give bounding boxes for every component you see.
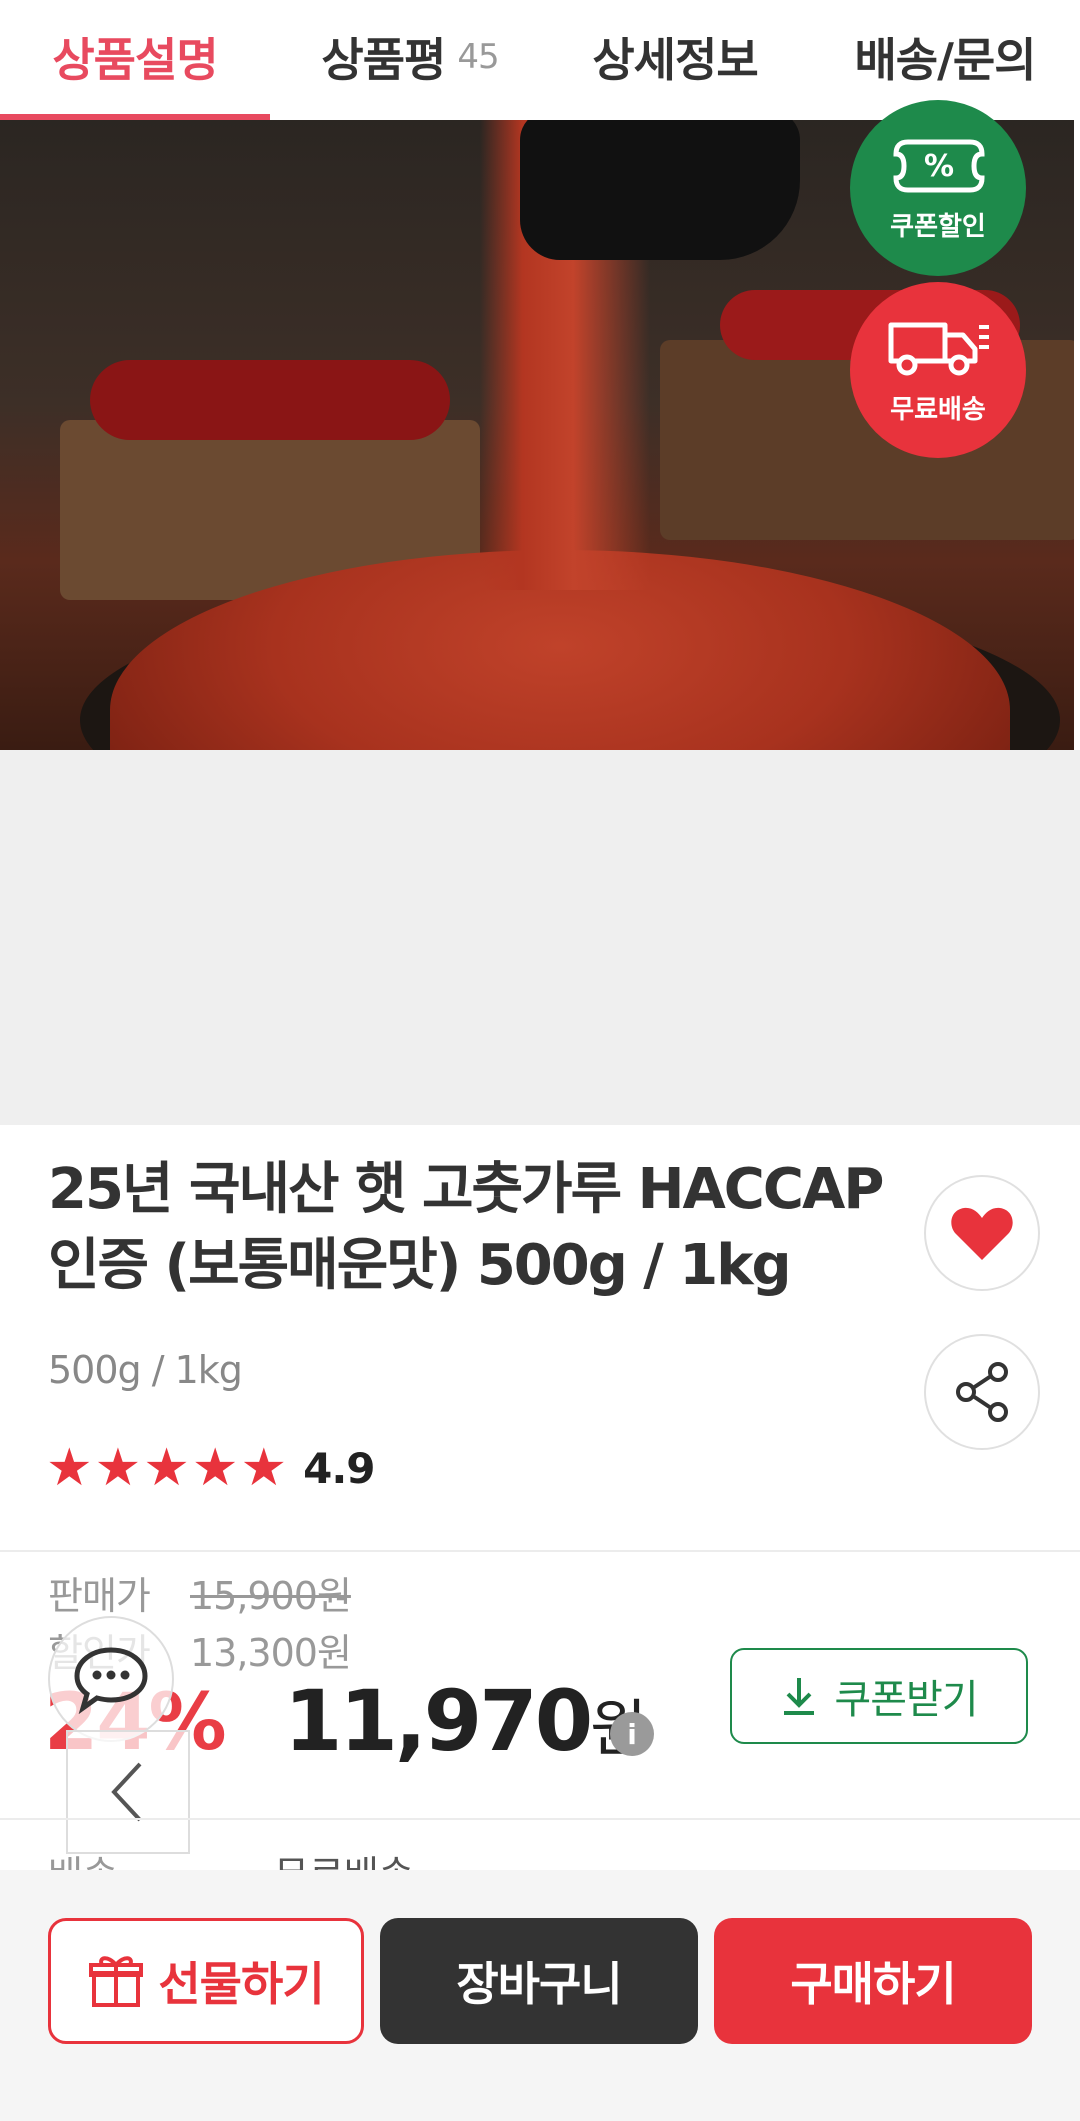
rating-score: 4.9 — [303, 1443, 375, 1493]
black-glove-hand — [520, 120, 800, 260]
dried-chili-left — [90, 360, 450, 440]
product-title: 25년 국내산 햇 고춧가루 HACCAP 인증 (보통매운맛) 500g / … — [48, 1157, 884, 1298]
tab-details[interactable]: 상세정보 — [570, 0, 780, 114]
final-price-amount: 11,970 — [284, 1672, 593, 1770]
get-coupon-button[interactable]: 쿠폰받기 — [730, 1648, 1028, 1744]
image-placeholder-area — [0, 750, 1080, 1125]
share-icon — [956, 1362, 1008, 1422]
star-icon: ★ — [191, 1438, 239, 1498]
free-shipping-badge[interactable]: 무료배송 — [850, 282, 1026, 458]
heart-icon — [951, 1207, 1013, 1260]
coupon-ticket-icon: % — [893, 139, 985, 192]
gift-button-label: 선물하기 — [158, 1957, 324, 2011]
chat-bubble-icon — [74, 1647, 148, 1714]
sale-price-label: 판매가 — [48, 1574, 151, 1618]
star-icon: ★ — [46, 1438, 93, 1498]
delivery-truck-icon — [888, 322, 989, 375]
coupon-discount-badge[interactable]: % 쿠폰할인 — [850, 100, 1026, 276]
tab-shipping-inquiry[interactable]: 배송/문의 — [830, 0, 1060, 114]
coupon-percent-symbol: % — [924, 149, 954, 184]
tab-reviews-label: 상품평 — [321, 33, 446, 87]
price-info-icon[interactable]: i — [610, 1712, 654, 1756]
wishlist-button[interactable] — [924, 1175, 1040, 1291]
tab-details-label: 상세정보 — [592, 33, 758, 87]
chat-button[interactable] — [48, 1616, 174, 1742]
star-icon: ★ — [143, 1438, 190, 1498]
back-button[interactable] — [66, 1730, 190, 1854]
sale-price-value: 15,900원 — [190, 1574, 352, 1618]
get-coupon-label: 쿠폰받기 — [834, 1677, 978, 1723]
chevron-left-icon — [111, 1762, 142, 1822]
star-icon: ★ — [240, 1438, 288, 1498]
product-option-text: 500g / 1kg — [48, 1348, 243, 1392]
tab-reviews[interactable]: 상품평 45 — [290, 0, 530, 114]
final-price: 11,970원 — [284, 1672, 647, 1770]
buy-button[interactable]: 구매하기 — [714, 1918, 1032, 2044]
section-divider — [0, 1818, 1080, 1820]
star-icon: ★ — [94, 1438, 142, 1498]
gift-icon — [89, 1956, 144, 2007]
free-shipping-badge-label: 무료배송 — [890, 394, 986, 425]
tab-description[interactable]: 상품설명 — [20, 0, 250, 114]
rating-stars[interactable]: ★ ★ ★ ★ ★ 4.9 — [46, 1438, 376, 1498]
buy-button-label: 구매하기 — [790, 1957, 956, 2011]
coupon-badge-label: 쿠폰할인 — [890, 211, 986, 242]
section-divider — [0, 1550, 1080, 1552]
review-count: 45 — [457, 37, 499, 77]
download-icon — [784, 1678, 815, 1715]
discount-price-value: 13,300원 — [190, 1631, 352, 1675]
share-button[interactable] — [924, 1334, 1040, 1450]
cart-button[interactable]: 장바구니 — [380, 1918, 698, 2044]
cart-button-label: 장바구니 — [456, 1957, 622, 2011]
tab-shipping-inquiry-label: 배송/문의 — [854, 33, 1036, 87]
gift-button[interactable]: 선물하기 — [48, 1918, 364, 2044]
tab-description-label: 상품설명 — [52, 33, 218, 87]
